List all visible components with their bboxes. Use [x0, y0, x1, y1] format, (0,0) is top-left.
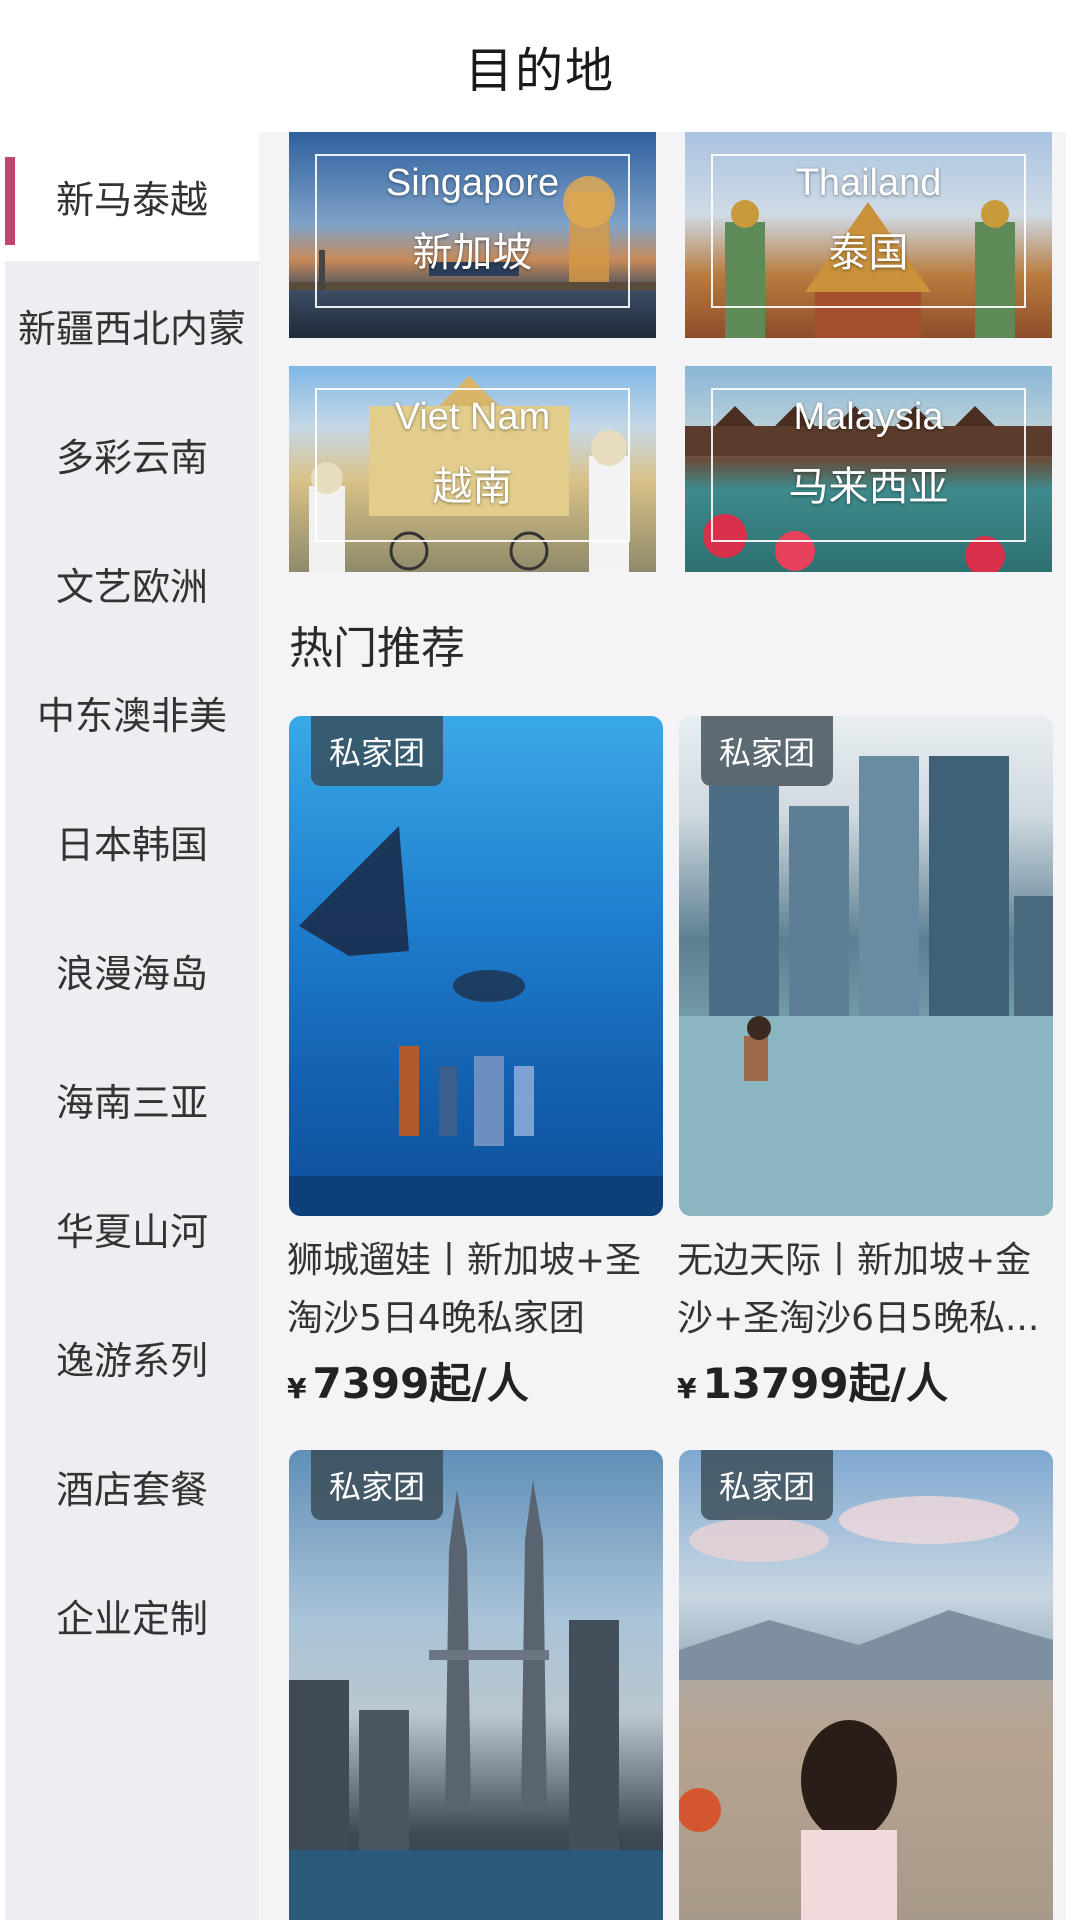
sidebar-item-hotel[interactable]: 酒店套餐	[5, 1422, 259, 1551]
sidebar-item-label: 逸游系列	[55, 1339, 208, 1383]
product-card[interactable]: 私家团	[679, 1450, 1053, 1920]
sidebar-item-hainan[interactable]: 海南三亚	[5, 1035, 259, 1164]
product-card[interactable]: 私家团	[289, 716, 663, 1216]
destination-card-thailand[interactable]: Thailand 泰国	[685, 132, 1052, 338]
private-tour-badge: 私家团	[701, 716, 834, 786]
product-name[interactable]: 狮城遛娃丨新加坡+圣 淘沙5日4晚私家团	[287, 1232, 672, 1348]
product-name-line: 狮城遛娃丨新加坡+圣	[287, 1240, 642, 1281]
kl-towers-image	[289, 1480, 663, 1920]
dalat-view-image	[679, 1496, 1053, 1920]
sidebar-item-label: 中东澳非美	[36, 694, 227, 738]
destination-card-singapore[interactable]: Singapore 新加坡	[289, 132, 656, 338]
private-tour-badge: 私家团	[311, 1450, 444, 1520]
product-price: ¥7399起/人	[287, 1350, 529, 1411]
product-name-line: 无边天际丨新加坡+金	[677, 1240, 1032, 1281]
sidebar-item-label: 企业定制	[55, 1597, 208, 1641]
sidebar-item-yiyou[interactable]: 逸游系列	[5, 1293, 259, 1422]
destination-card-malaysia[interactable]: Malaysia 马来西亚	[685, 366, 1052, 572]
destination-name-cn: 新加坡	[412, 230, 533, 276]
product-name-line: 淘沙5日4晚私家团	[287, 1298, 585, 1339]
sidebar-item-label: 日本韩国	[55, 823, 208, 867]
main-content: Singapore 新加坡 Thailand 泰国 Viet Nam 越南 Ma…	[259, 132, 1066, 1920]
product-name[interactable]: 无边天际丨新加坡+金 沙+圣淘沙6日5晚私...	[677, 1232, 1062, 1348]
destination-name-en: Singapore	[385, 162, 560, 204]
sidebar-item-china[interactable]: 华夏山河	[5, 1164, 259, 1293]
sidebar-item-label: 新马泰越	[55, 178, 208, 222]
destination-name-cn: 马来西亚	[788, 464, 949, 510]
sidebar-item-label: 华夏山河	[55, 1210, 208, 1254]
sidebar-item-middle-east[interactable]: 中东澳非美	[5, 648, 259, 777]
private-tour-badge: 私家团	[311, 716, 444, 786]
sidebar-item-xinjiang[interactable]: 新疆西北内蒙	[5, 261, 259, 390]
destination-card-vietnam[interactable]: Viet Nam 越南	[289, 366, 656, 572]
sidebar-item-xinmataiyue[interactable]: 新马泰越	[5, 132, 259, 261]
destination-name-cn: 泰国	[828, 230, 909, 276]
sidebar-item-label: 新疆西北内蒙	[17, 307, 246, 351]
active-indicator	[5, 157, 15, 245]
product-price: ¥13799起/人	[677, 1350, 948, 1411]
sidebar-item-label: 文艺欧洲	[55, 565, 208, 609]
product-card[interactable]: 私家团	[679, 716, 1053, 1216]
sidebar-item-label: 海南三亚	[55, 1081, 208, 1125]
sidebar-item-yunnan[interactable]: 多彩云南	[5, 390, 259, 519]
destination-name-en: Viet Nam	[394, 396, 551, 438]
sidebar-item-label: 浪漫海岛	[55, 952, 208, 996]
sidebar-item-enterprise[interactable]: 企业定制	[5, 1551, 259, 1680]
product-name-line: 沙+圣淘沙6日5晚私...	[677, 1298, 1040, 1339]
infinity-pool-image	[679, 756, 1053, 1216]
sidebar-item-islands[interactable]: 浪漫海岛	[5, 906, 259, 1035]
sidebar-item-label: 酒店套餐	[55, 1468, 208, 1512]
price-value: 7399起/人	[312, 1359, 529, 1408]
currency-symbol: ¥	[677, 1372, 697, 1405]
currency-symbol: ¥	[287, 1372, 307, 1405]
sidebar-item-label: 多彩云南	[55, 436, 208, 480]
section-title: 热门推荐	[289, 623, 465, 674]
destination-name-en: Malaysia	[793, 396, 944, 438]
top-header: 目的地	[0, 0, 1080, 132]
sidebar-item-japan-korea[interactable]: 日本韩国	[5, 777, 259, 906]
product-card[interactable]: 私家团	[289, 1450, 663, 1920]
page-title: 目的地	[464, 43, 615, 99]
sidebar-item-europe[interactable]: 文艺欧洲	[5, 519, 259, 648]
destination-name-cn: 越南	[432, 464, 513, 510]
price-value: 13799起/人	[702, 1359, 948, 1408]
category-sidebar: 新马泰越 新疆西北内蒙 多彩云南 文艺欧洲 中东澳非美 日本韩国 浪漫海岛 海南…	[5, 132, 259, 1920]
private-tour-badge: 私家团	[701, 1450, 834, 1520]
destination-name-en: Thailand	[795, 162, 942, 204]
aquarium-image	[289, 826, 663, 1216]
